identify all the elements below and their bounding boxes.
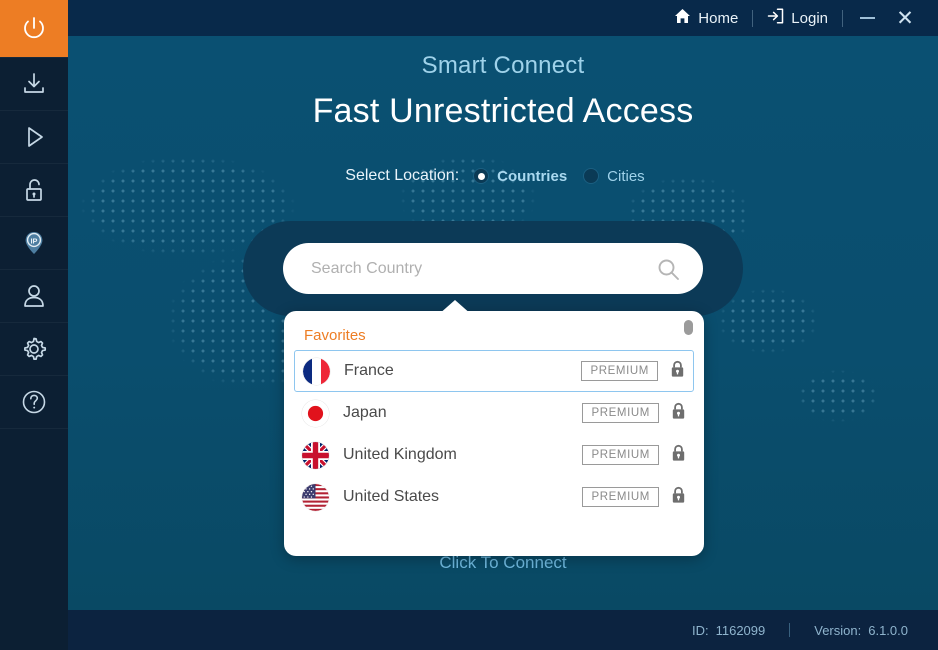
favorites-section-label: Favorites bbox=[304, 327, 366, 344]
statusbar: ID: 1162099 Version: 6.1.0.0 bbox=[68, 610, 938, 650]
unlock-icon bbox=[20, 175, 48, 205]
premium-badge: PREMIUM bbox=[582, 403, 659, 423]
select-location-row: Select Location: Countries Cities bbox=[68, 167, 938, 185]
login-icon bbox=[767, 8, 784, 28]
radio-cities-label: Cities bbox=[607, 167, 645, 185]
sidebar-item-power[interactable] bbox=[0, 0, 68, 58]
country-name: United States bbox=[343, 488, 440, 505]
version-label: Version: bbox=[814, 622, 862, 638]
click-to-connect-label[interactable]: Click To Connect bbox=[68, 553, 938, 573]
minimize-icon bbox=[859, 17, 875, 19]
id-value: 1162099 bbox=[715, 622, 766, 638]
help-question-icon bbox=[19, 387, 49, 417]
svg-text:IP: IP bbox=[31, 236, 38, 245]
country-name: France bbox=[344, 362, 394, 379]
smart-connect-title: Smart Connect bbox=[421, 52, 585, 79]
search-capsule bbox=[243, 221, 743, 316]
country-dropdown: Favorites France PREMIUM Japan PREMIUM U… bbox=[284, 311, 704, 556]
country-name: United Kingdom bbox=[343, 446, 457, 463]
gear-icon bbox=[19, 334, 49, 364]
search-icon[interactable] bbox=[656, 257, 681, 287]
statusbar-divider bbox=[789, 623, 791, 637]
lock-icon bbox=[670, 360, 685, 383]
premium-badge: PREMIUM bbox=[581, 361, 658, 381]
flag-united-kingdom-icon bbox=[302, 441, 329, 469]
titlebar-divider-2 bbox=[842, 9, 843, 27]
dropdown-pointer-arrow bbox=[438, 300, 472, 315]
flag-japan-icon bbox=[302, 399, 329, 427]
ip-location-pin-icon: IP bbox=[19, 228, 49, 258]
country-row-japan[interactable]: Japan PREMIUM bbox=[294, 392, 694, 434]
power-icon bbox=[18, 13, 50, 45]
minimize-button[interactable] bbox=[848, 0, 886, 36]
sidebar-item-download[interactable] bbox=[0, 58, 68, 111]
app-window: IP Home Login ✕ Smart Connect Fast Unres… bbox=[0, 0, 938, 650]
select-location-label: Select Location: bbox=[345, 167, 460, 184]
sidebar-item-settings[interactable] bbox=[0, 323, 68, 376]
id-label: ID: bbox=[691, 622, 709, 638]
home-label: Home bbox=[698, 9, 739, 27]
search-box[interactable] bbox=[283, 243, 703, 294]
radio-countries-label: Countries bbox=[497, 167, 568, 185]
play-icon bbox=[19, 122, 49, 152]
country-row-united-states[interactable]: United States PREMIUM bbox=[294, 476, 694, 518]
radio-option-cities[interactable]: Cities bbox=[583, 168, 645, 185]
home-icon bbox=[674, 8, 691, 28]
titlebar-divider-1 bbox=[752, 9, 754, 27]
flag-united-states-icon bbox=[302, 483, 329, 511]
radio-countries-dot bbox=[473, 168, 490, 184]
main-content: Smart Connect Fast Unrestricted Access S… bbox=[68, 36, 938, 610]
login-button[interactable]: Login bbox=[758, 0, 837, 36]
radio-cities-dot bbox=[583, 168, 600, 184]
flag-france-icon bbox=[303, 357, 330, 385]
close-icon: ✕ bbox=[896, 6, 914, 30]
user-icon bbox=[20, 281, 48, 311]
premium-badge: PREMIUM bbox=[582, 445, 659, 465]
sidebar-item-account[interactable] bbox=[0, 270, 68, 323]
country-row-france[interactable]: France PREMIUM bbox=[294, 350, 694, 392]
premium-badge: PREMIUM bbox=[582, 487, 659, 507]
download-icon bbox=[19, 69, 49, 99]
sidebar-item-help[interactable] bbox=[0, 376, 68, 429]
page-title: Fast Unrestricted Access bbox=[312, 92, 694, 130]
lock-icon bbox=[671, 444, 686, 467]
radio-option-countries[interactable]: Countries bbox=[473, 168, 567, 185]
lock-icon bbox=[671, 486, 686, 509]
sidebar-item-unlock[interactable] bbox=[0, 164, 68, 217]
dropdown-scrollbar-thumb[interactable] bbox=[684, 320, 693, 335]
home-button[interactable]: Home bbox=[665, 0, 747, 36]
sidebar-item-play[interactable] bbox=[0, 111, 68, 164]
sidebar: IP bbox=[0, 0, 68, 650]
titlebar: Home Login ✕ bbox=[68, 0, 938, 36]
close-button[interactable]: ✕ bbox=[886, 0, 924, 36]
sidebar-item-ip[interactable]: IP bbox=[0, 217, 68, 270]
search-input[interactable] bbox=[311, 259, 641, 278]
login-label: Login bbox=[791, 9, 828, 27]
version-value: 6.1.0.0 bbox=[868, 622, 908, 638]
country-row-united-kingdom[interactable]: United Kingdom PREMIUM bbox=[294, 434, 694, 476]
lock-icon bbox=[671, 402, 686, 425]
country-name: Japan bbox=[343, 404, 387, 421]
